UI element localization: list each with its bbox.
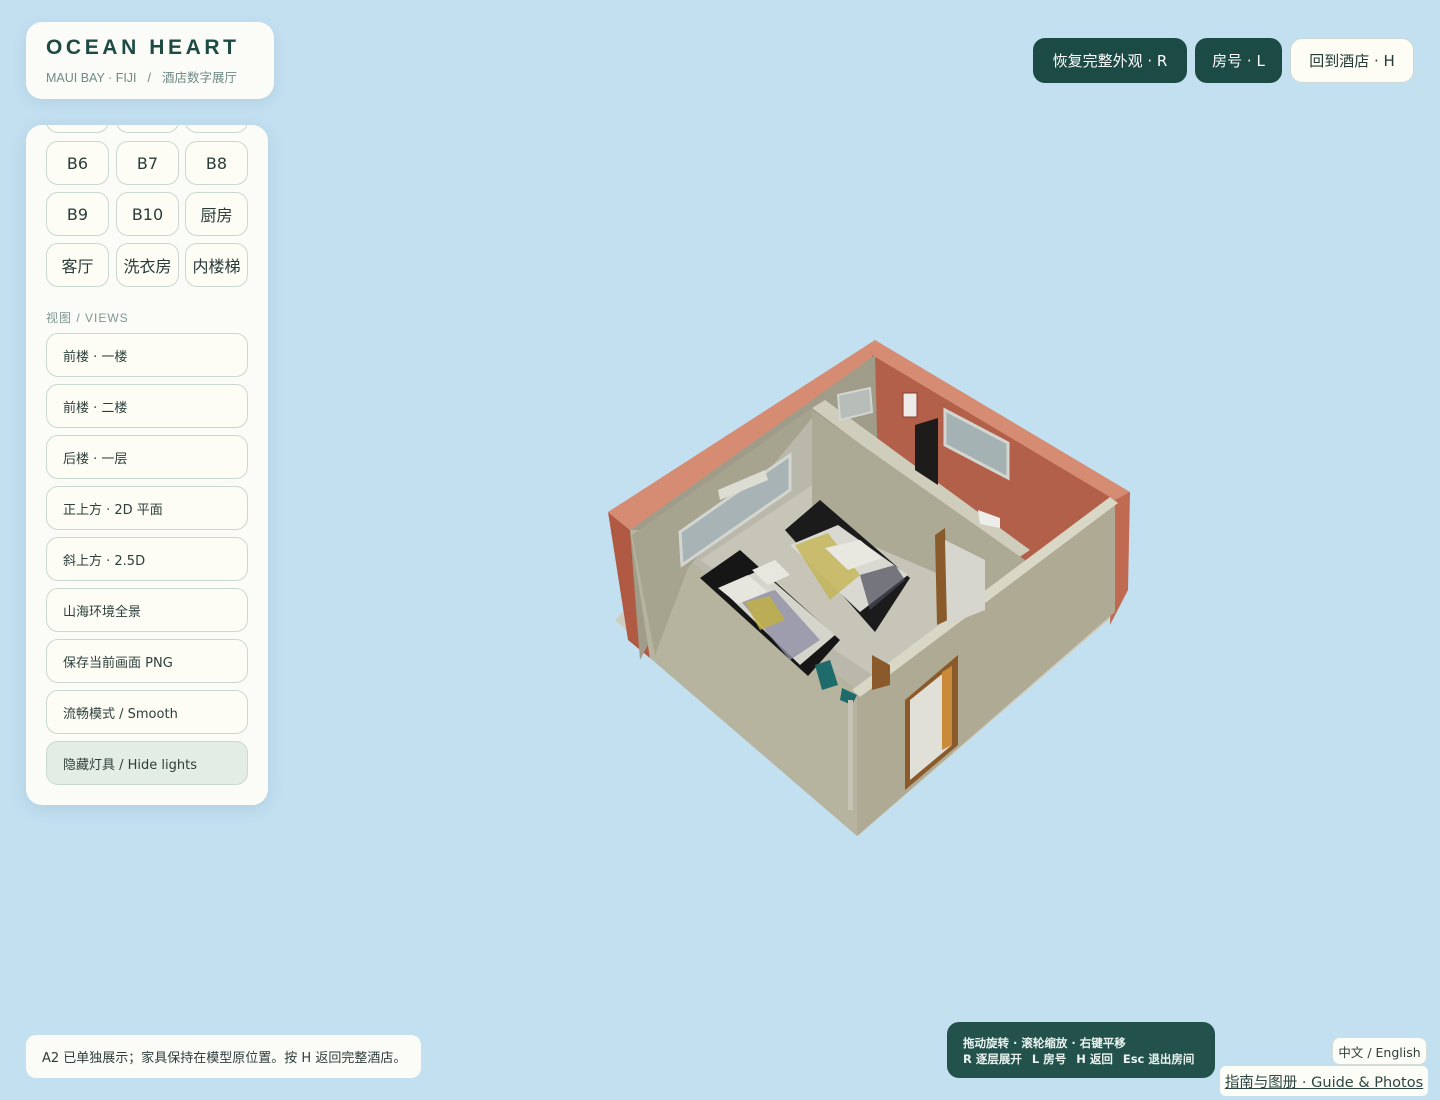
hint-line1: 拖动旋转 · 滚轮缩放 · 右键平移 bbox=[963, 1036, 1126, 1050]
status-message: A2 已单独展示；家具保持在模型原位置。按 H 返回完整酒店。 bbox=[26, 1035, 421, 1078]
hint-line2: R 逐层展开 L 房号 H 返回 Esc 退出房间 bbox=[963, 1051, 1215, 1067]
hint-key-esc: Esc 退出房间 bbox=[1122, 1052, 1195, 1066]
language-toggle[interactable]: 中文 / English bbox=[1332, 1037, 1427, 1065]
room-3d-viewport[interactable] bbox=[0, 0, 1440, 1100]
hint-key-h: H 返回 bbox=[1076, 1052, 1113, 1066]
entry-door-panel bbox=[942, 666, 952, 750]
drain-pipe bbox=[848, 700, 853, 810]
controls-hint: 拖动旋转 · 滚轮缩放 · 右键平移 R 逐层展开 L 房号 H 返回 Esc 退出房… bbox=[947, 1022, 1215, 1078]
guide-photos-link[interactable]: 指南与图册 · Guide & Photos bbox=[1220, 1066, 1428, 1096]
wall-heater bbox=[902, 392, 918, 418]
hint-key-l: L 房号 bbox=[1031, 1052, 1067, 1066]
hint-key-r: R 逐层展开 bbox=[963, 1052, 1022, 1066]
